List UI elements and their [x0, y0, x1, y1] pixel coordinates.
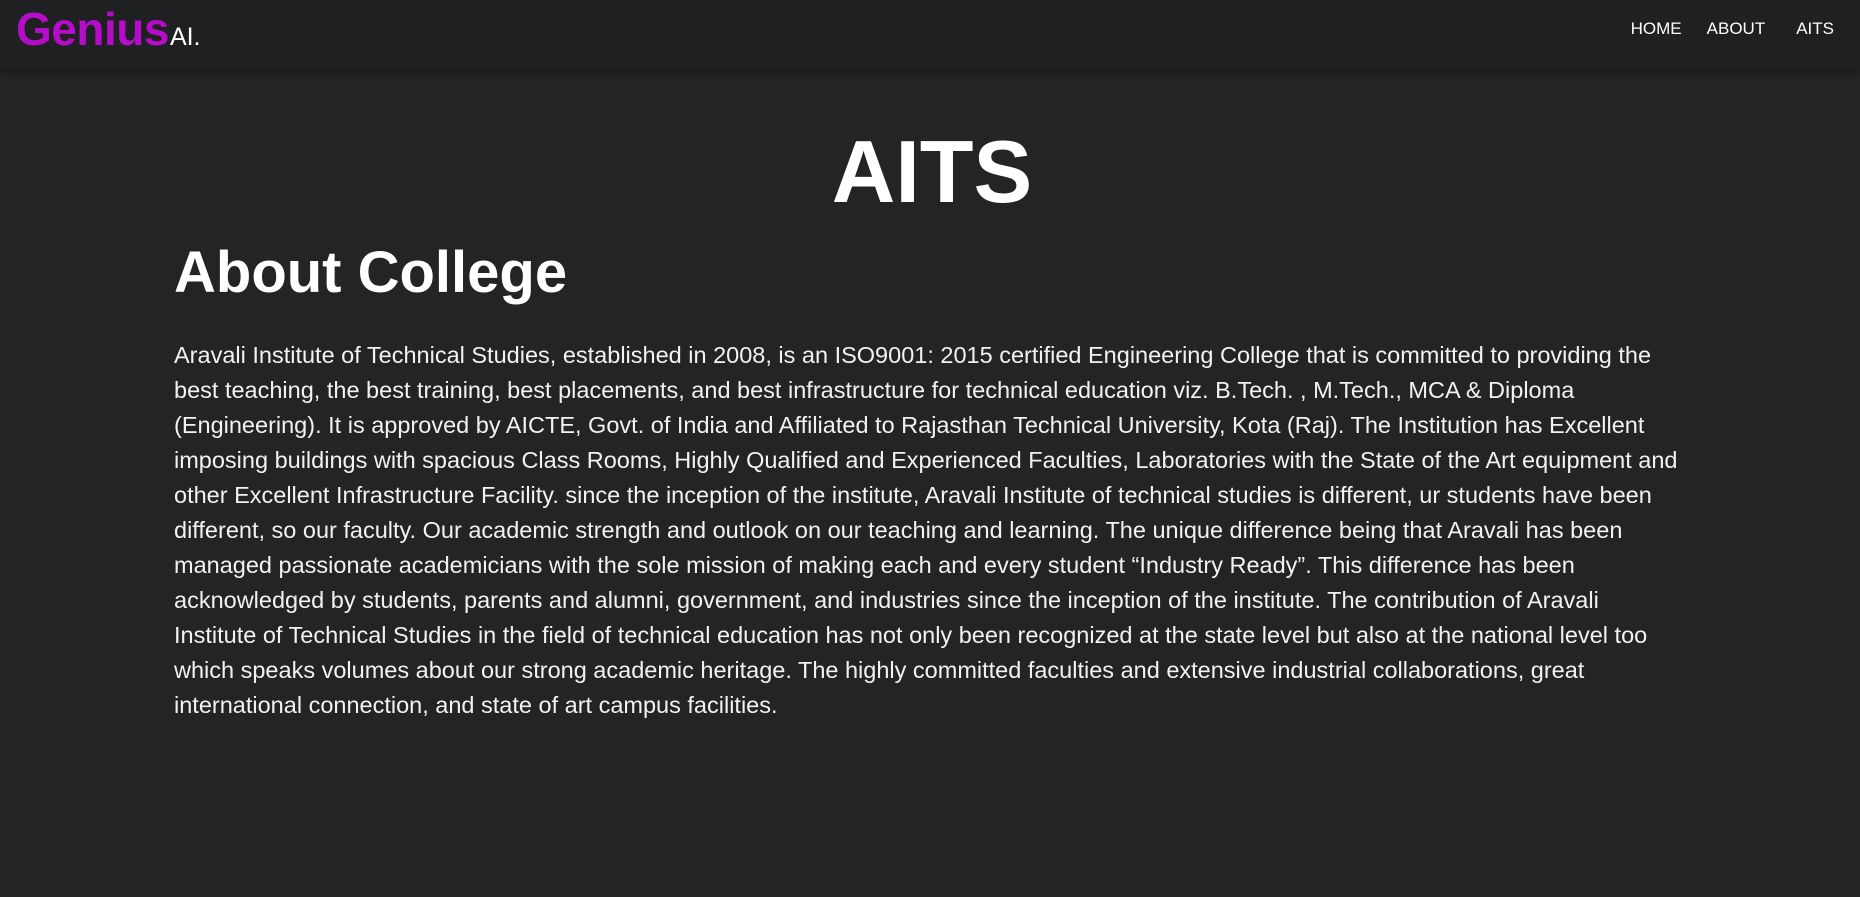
nav-links: HOME ABOUT AITS [1606, 19, 1834, 39]
nav-link-aits[interactable]: AITS [1796, 19, 1834, 39]
about-college-paragraph: Aravali Institute of Technical Studies, … [174, 342, 1678, 718]
nav-link-about[interactable]: ABOUT [1707, 19, 1766, 39]
nav-link-home[interactable]: HOME [1631, 19, 1682, 39]
brand-name: Genius [16, 3, 169, 55]
main-content: AITS About College Aravali Institute of … [174, 70, 1686, 723]
section-title: About College [174, 240, 568, 305]
page-title: AITS [831, 122, 1033, 221]
brand-suffix: AI. [169, 23, 201, 51]
navbar: Genius AI. HOME ABOUT AITS [0, 0, 1860, 70]
brand-logo-link[interactable]: Genius AI. [16, 2, 201, 56]
